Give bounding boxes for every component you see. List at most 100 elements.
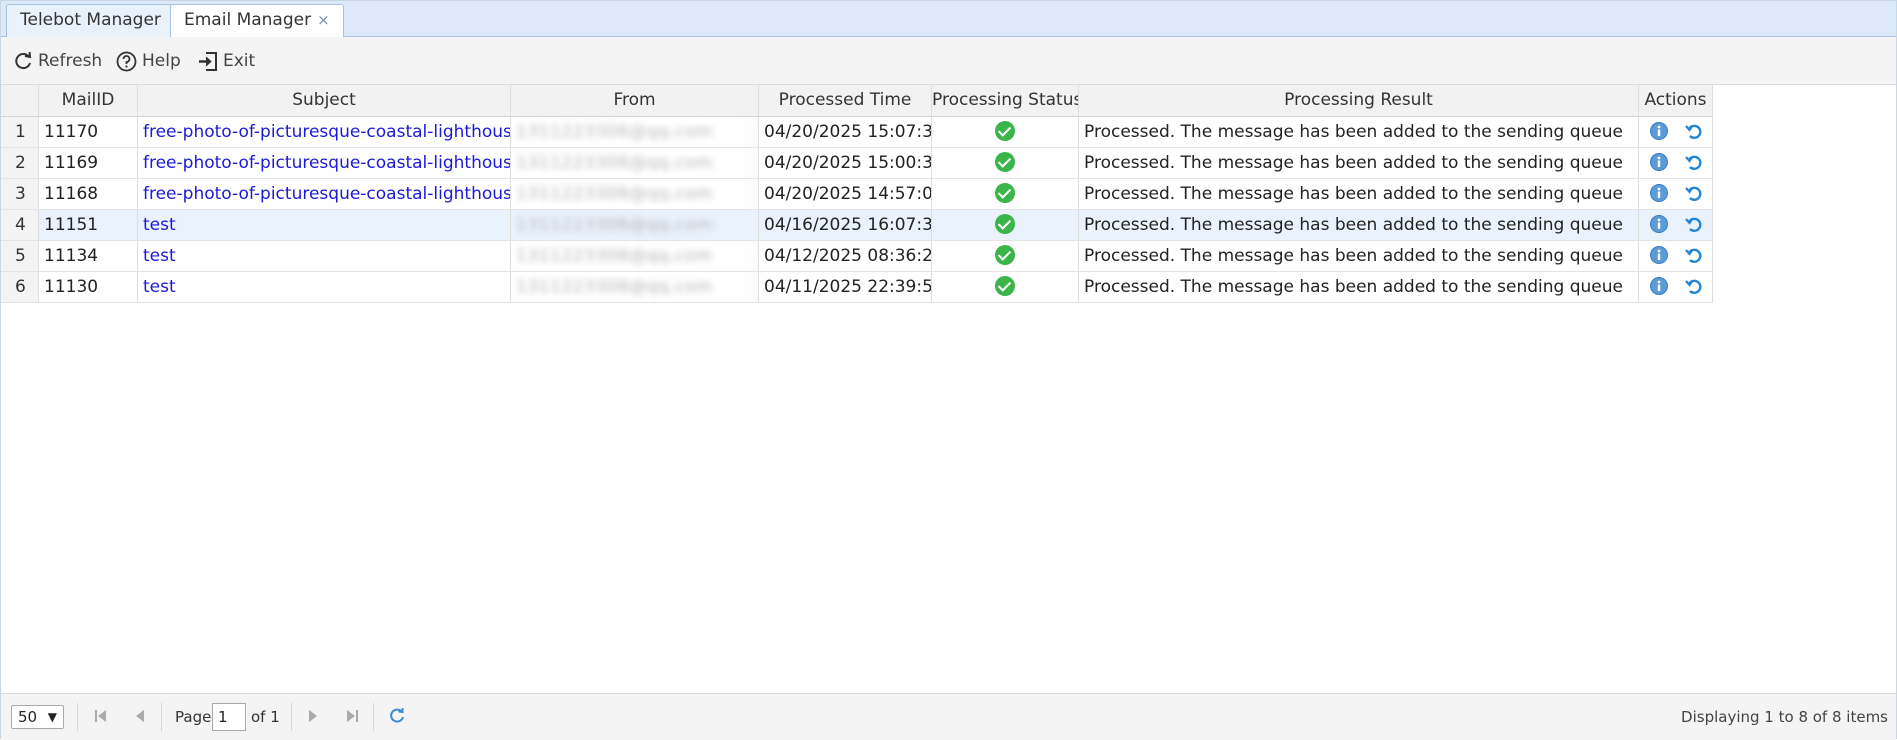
reprocess-icon[interactable] bbox=[1684, 245, 1704, 265]
tab-telebot-manager[interactable]: Telebot Manager bbox=[6, 4, 175, 37]
previous-page-icon[interactable] bbox=[132, 708, 148, 724]
actions-cell bbox=[1639, 148, 1713, 178]
tab-label: Telebot Manager bbox=[20, 10, 161, 30]
pager-divider bbox=[77, 703, 78, 731]
first-page-icon[interactable] bbox=[93, 708, 109, 724]
row-number: 2 bbox=[1, 148, 39, 178]
processed-time-cell: 04/12/2025 08:36:25 bbox=[759, 241, 932, 271]
processed-time-cell: 04/16/2025 16:07:37 bbox=[759, 210, 932, 240]
actions-cell bbox=[1639, 272, 1713, 302]
processed-time-cell: 04/20/2025 15:07:31 bbox=[759, 117, 932, 147]
info-icon[interactable] bbox=[1649, 276, 1669, 296]
help-button[interactable]: Help bbox=[116, 48, 181, 74]
processed-time-cell: 04/20/2025 15:00:37 bbox=[759, 148, 932, 178]
result-cell: Processed. The message has been added to… bbox=[1079, 241, 1639, 271]
status-cell bbox=[932, 179, 1079, 209]
mail-id-cell: 11151 bbox=[39, 210, 138, 240]
from-cell: 1311223306@qq.com bbox=[511, 179, 759, 209]
from-cell: 1311223306@qq.com bbox=[511, 117, 759, 147]
column-header-processing-status[interactable]: Processing Status bbox=[932, 85, 1079, 116]
actions-cell bbox=[1639, 241, 1713, 271]
page-size-select[interactable]: 50 ▼ bbox=[11, 705, 64, 729]
status-cell bbox=[932, 210, 1079, 240]
from-address: 1311223306@qq.com bbox=[516, 184, 713, 204]
page-number-input[interactable]: 1 bbox=[212, 703, 246, 731]
info-icon[interactable] bbox=[1649, 152, 1669, 172]
grid-header: MailID Subject From Processed Time Proce… bbox=[1, 85, 1713, 117]
row-number-header bbox=[1, 85, 39, 116]
info-icon[interactable] bbox=[1649, 245, 1669, 265]
result-cell: Processed. The message has been added to… bbox=[1079, 117, 1639, 147]
table-row[interactable]: 5 11134 test 1311223306@qq.com 04/12/202… bbox=[1, 241, 1713, 272]
reprocess-icon[interactable] bbox=[1684, 214, 1704, 234]
column-header-actions[interactable]: Actions bbox=[1639, 85, 1713, 116]
tab-strip: Telebot Manager Email Manager × bbox=[1, 1, 1896, 38]
table-row[interactable]: 3 11168 free-photo-of-picturesque-coasta… bbox=[1, 179, 1713, 210]
table-row[interactable]: 2 11169 free-photo-of-picturesque-coasta… bbox=[1, 148, 1713, 179]
row-number: 1 bbox=[1, 117, 39, 147]
column-header-from[interactable]: From bbox=[511, 85, 759, 116]
status-cell bbox=[932, 241, 1079, 271]
email-manager-window: Telebot Manager Email Manager × Refresh H… bbox=[0, 0, 1897, 740]
help-label: Help bbox=[142, 51, 181, 71]
subject-link[interactable]: test bbox=[138, 210, 511, 240]
check-circle-icon bbox=[995, 120, 1015, 141]
subject-link[interactable]: free-photo-of-picturesque-coastal-lighth… bbox=[138, 179, 511, 209]
table-row[interactable]: 6 11130 test 1311223306@qq.com 04/11/202… bbox=[1, 272, 1713, 303]
tab-label: Email Manager bbox=[184, 10, 312, 30]
result-cell: Processed. The message has been added to… bbox=[1079, 179, 1639, 209]
refresh-label: Refresh bbox=[38, 51, 103, 71]
table-row[interactable]: 4 11151 test 1311223306@qq.com 04/16/202… bbox=[1, 210, 1713, 241]
subject-link[interactable]: free-photo-of-picturesque-coastal-lighth… bbox=[138, 148, 511, 178]
column-header-processed-time[interactable]: Processed Time bbox=[759, 85, 932, 116]
subject-link[interactable]: test bbox=[138, 272, 511, 302]
column-header-processing-result[interactable]: Processing Result bbox=[1079, 85, 1639, 116]
exit-button[interactable]: Exit bbox=[197, 48, 255, 74]
row-number: 6 bbox=[1, 272, 39, 302]
column-header-mailid[interactable]: MailID bbox=[39, 85, 138, 116]
result-cell: Processed. The message has been added to… bbox=[1079, 272, 1639, 302]
from-address: 1311223306@qq.com bbox=[516, 122, 713, 142]
refresh-icon bbox=[15, 51, 32, 70]
exit-label: Exit bbox=[223, 51, 256, 71]
mail-id-cell: 11168 bbox=[39, 179, 138, 209]
table-row[interactable]: 1 11170 free-photo-of-picturesque-coasta… bbox=[1, 117, 1713, 148]
reload-icon[interactable] bbox=[388, 707, 406, 725]
row-number: 3 bbox=[1, 179, 39, 209]
from-address: 1311223306@qq.com bbox=[516, 215, 713, 235]
help-icon bbox=[116, 51, 137, 71]
status-cell bbox=[932, 148, 1079, 178]
info-icon[interactable] bbox=[1649, 183, 1669, 203]
from-cell: 1311223306@qq.com bbox=[511, 272, 759, 302]
mail-id-cell: 11130 bbox=[39, 272, 138, 302]
pagination-bar: 50 ▼ Page 1 of 1 Displaying 1 to 8 of 8 … bbox=[1, 693, 1896, 740]
actions-cell bbox=[1639, 179, 1713, 209]
subject-link[interactable]: test bbox=[138, 241, 511, 271]
tab-email-manager[interactable]: Email Manager × bbox=[170, 4, 344, 38]
close-icon[interactable]: × bbox=[317, 11, 330, 29]
mail-id-cell: 11170 bbox=[39, 117, 138, 147]
reprocess-icon[interactable] bbox=[1684, 121, 1704, 141]
last-page-icon[interactable] bbox=[344, 708, 360, 724]
row-number: 5 bbox=[1, 241, 39, 271]
result-cell: Processed. The message has been added to… bbox=[1079, 210, 1639, 240]
from-address: 1311223306@qq.com bbox=[516, 246, 713, 266]
column-header-subject[interactable]: Subject bbox=[138, 85, 511, 116]
check-circle-icon bbox=[995, 275, 1015, 296]
actions-cell bbox=[1639, 117, 1713, 147]
reprocess-icon[interactable] bbox=[1684, 152, 1704, 172]
from-cell: 1311223306@qq.com bbox=[511, 241, 759, 271]
page-count-label: of 1 bbox=[251, 708, 280, 726]
toolbar: Refresh Help Exit bbox=[1, 37, 1896, 85]
info-icon[interactable] bbox=[1649, 121, 1669, 141]
refresh-button[interactable]: Refresh bbox=[13, 48, 102, 74]
next-page-icon[interactable] bbox=[305, 708, 321, 724]
row-number: 4 bbox=[1, 210, 39, 240]
check-circle-icon bbox=[995, 182, 1015, 203]
subject-link[interactable]: free-photo-of-picturesque-coastal-lighth… bbox=[138, 117, 511, 147]
reprocess-icon[interactable] bbox=[1684, 183, 1704, 203]
actions-cell bbox=[1639, 210, 1713, 240]
check-circle-icon bbox=[995, 244, 1015, 265]
reprocess-icon[interactable] bbox=[1684, 276, 1704, 296]
info-icon[interactable] bbox=[1649, 214, 1669, 234]
